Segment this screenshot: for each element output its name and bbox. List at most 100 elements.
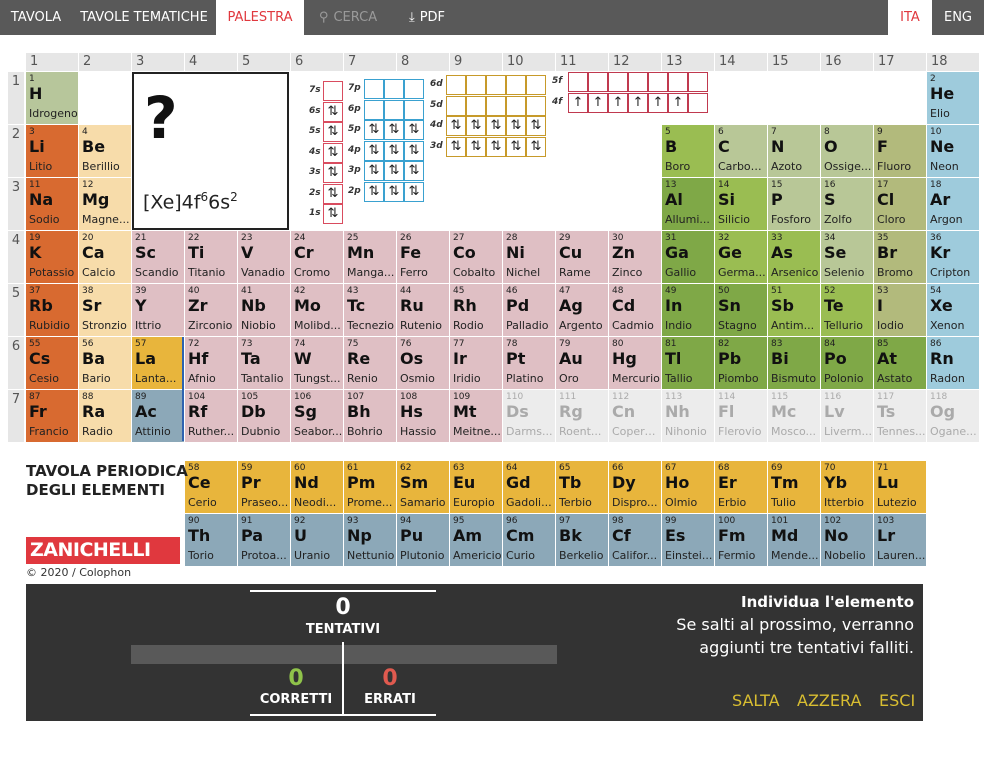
element-rg[interactable]: 111 Rg Roent...: [556, 390, 608, 442]
element-ni[interactable]: 28 Ni Nichel: [503, 231, 555, 283]
element-eu[interactable]: 63 Eu Europio: [450, 461, 502, 513]
element-cm[interactable]: 96 Cm Curio: [503, 514, 555, 566]
element-ca[interactable]: 20 Ca Calcio: [79, 231, 131, 283]
element-ga[interactable]: 31 Ga Gallio: [662, 231, 714, 283]
element-mn[interactable]: 25 Mn Manga...: [344, 231, 396, 283]
element-cn[interactable]: 112 Cn Copern...: [609, 390, 661, 442]
element-ac[interactable]: 89 Ac Attinio: [132, 390, 184, 442]
element-mg[interactable]: 12 Mg Magne...: [79, 178, 131, 230]
element-ne[interactable]: 10 Ne Neon: [927, 125, 979, 177]
element-si[interactable]: 14 Si Silicio: [715, 178, 767, 230]
element-ts[interactable]: 117 Ts Tennes...: [874, 390, 926, 442]
element-u[interactable]: 92 U Uranio: [291, 514, 343, 566]
element-co[interactable]: 27 Co Cobalto: [450, 231, 502, 283]
element-pr[interactable]: 59 Pr Praseo...: [238, 461, 290, 513]
element-fr[interactable]: 87 Fr Francio: [26, 390, 78, 442]
element-zn[interactable]: 30 Zn Zinco: [609, 231, 661, 283]
element-ds[interactable]: 110 Ds Darms...: [503, 390, 555, 442]
element-hf[interactable]: 72 Hf Afnio: [185, 337, 237, 389]
element-lr[interactable]: 103 Lr Lauren...: [874, 514, 926, 566]
lang-ita[interactable]: ITA: [888, 0, 932, 35]
element-no[interactable]: 102 No Nobelio: [821, 514, 873, 566]
element-zr[interactable]: 40 Zr Zirconio: [185, 284, 237, 336]
element-kr[interactable]: 36 Kr Cripton: [927, 231, 979, 283]
element-ra[interactable]: 88 Ra Radio: [79, 390, 131, 442]
element-mt[interactable]: 109 Mt Meitne...: [450, 390, 502, 442]
element-db[interactable]: 105 Db Dubnio: [238, 390, 290, 442]
element-lv[interactable]: 116 Lv Liverm...: [821, 390, 873, 442]
element-bk[interactable]: 97 Bk Berkelio: [556, 514, 608, 566]
element-nh[interactable]: 113 Nh Nihonio: [662, 390, 714, 442]
element-w[interactable]: 74 W Tungst...: [291, 337, 343, 389]
nav-tavola[interactable]: TAVOLA: [0, 0, 72, 35]
element-al[interactable]: 13 Al Allumi...: [662, 178, 714, 230]
element-th[interactable]: 90 Th Torio: [185, 514, 237, 566]
element-cs[interactable]: 55 Cs Cesio: [26, 337, 78, 389]
element-au[interactable]: 79 Au Oro: [556, 337, 608, 389]
element-sr[interactable]: 38 Sr Stronzio: [79, 284, 131, 336]
salta-button[interactable]: SALTA: [732, 691, 780, 710]
element-fl[interactable]: 114 Fl Flerovio: [715, 390, 767, 442]
element-cd[interactable]: 48 Cd Cadmio: [609, 284, 661, 336]
element-in[interactable]: 49 In Indio: [662, 284, 714, 336]
element-mc[interactable]: 115 Mc Mosco...: [768, 390, 820, 442]
element-tl[interactable]: 81 Tl Tallio: [662, 337, 714, 389]
element-ag[interactable]: 47 Ag Argento: [556, 284, 608, 336]
element-h[interactable]: 1 H Idrogeno: [26, 72, 78, 124]
element-ar[interactable]: 18 Ar Argon: [927, 178, 979, 230]
nav-cerca[interactable]: ⚲ CERCA: [304, 0, 392, 35]
element-he[interactable]: 2 He Elio: [927, 72, 979, 124]
element-sn[interactable]: 50 Sn Stagno: [715, 284, 767, 336]
element-as[interactable]: 33 As Arsenico: [768, 231, 820, 283]
element-s[interactable]: 16 S Zolfo: [821, 178, 873, 230]
element-ho[interactable]: 67 Ho Olmio: [662, 461, 714, 513]
element-v[interactable]: 23 V Vanadio: [238, 231, 290, 283]
element-np[interactable]: 93 Np Nettunio: [344, 514, 396, 566]
element-gd[interactable]: 64 Gd Gadoli...: [503, 461, 555, 513]
element-te[interactable]: 52 Te Tellurio: [821, 284, 873, 336]
element-i[interactable]: 53 I Iodio: [874, 284, 926, 336]
element-bh[interactable]: 107 Bh Bohrio: [344, 390, 396, 442]
element-cf[interactable]: 98 Cf Califor...: [609, 514, 661, 566]
element-pb[interactable]: 82 Pb Piombo: [715, 337, 767, 389]
element-lu[interactable]: 71 Lu Lutezio: [874, 461, 926, 513]
element-be[interactable]: 4 Be Berillio: [79, 125, 131, 177]
element-bi[interactable]: 83 Bi Bismuto: [768, 337, 820, 389]
element-k[interactable]: 19 K Potassio: [26, 231, 78, 283]
element-pa[interactable]: 91 Pa Protoa...: [238, 514, 290, 566]
element-yb[interactable]: 70 Yb Itterbio: [821, 461, 873, 513]
element-p[interactable]: 15 P Fosforo: [768, 178, 820, 230]
element-rn[interactable]: 86 Rn Radon: [927, 337, 979, 389]
element-o[interactable]: 8 O Ossige...: [821, 125, 873, 177]
azzera-button[interactable]: AZZERA: [797, 691, 861, 710]
element-hg[interactable]: 80 Hg Mercurio: [609, 337, 661, 389]
nav-palestra[interactable]: PALESTRA: [216, 0, 304, 35]
element-ta[interactable]: 73 Ta Tantalio: [238, 337, 290, 389]
nav-tavole-tematiche[interactable]: TAVOLE TEMATICHE: [72, 0, 216, 35]
element-es[interactable]: 99 Es Einstei...: [662, 514, 714, 566]
element-re[interactable]: 75 Re Renio: [344, 337, 396, 389]
element-am[interactable]: 95 Am Americio: [450, 514, 502, 566]
element-mo[interactable]: 42 Mo Molibd...: [291, 284, 343, 336]
element-xe[interactable]: 54 Xe Xenon: [927, 284, 979, 336]
element-po[interactable]: 84 Po Polonio: [821, 337, 873, 389]
element-fe[interactable]: 26 Fe Ferro: [397, 231, 449, 283]
element-se[interactable]: 34 Se Selenio: [821, 231, 873, 283]
copyright-link[interactable]: © 2020 / Colophon: [26, 566, 131, 579]
element-rb[interactable]: 37 Rb Rubidio: [26, 284, 78, 336]
element-b[interactable]: 5 B Boro: [662, 125, 714, 177]
element-nd[interactable]: 60 Nd Neodi...: [291, 461, 343, 513]
element-sm[interactable]: 62 Sm Samario: [397, 461, 449, 513]
element-c[interactable]: 6 C Carbonio: [715, 125, 767, 177]
element-cu[interactable]: 29 Cu Rame: [556, 231, 608, 283]
element-tm[interactable]: 69 Tm Tulio: [768, 461, 820, 513]
element-pd[interactable]: 46 Pd Palladio: [503, 284, 555, 336]
lang-eng[interactable]: ENG: [932, 0, 984, 35]
element-rf[interactable]: 104 Rf Ruther...: [185, 390, 237, 442]
element-pt[interactable]: 78 Pt Platino: [503, 337, 555, 389]
element-pm[interactable]: 61 Pm Prome...: [344, 461, 396, 513]
element-og[interactable]: 118 Og Ogane...: [927, 390, 979, 442]
element-y[interactable]: 39 Y Ittrio: [132, 284, 184, 336]
element-pu[interactable]: 94 Pu Plutonio: [397, 514, 449, 566]
esci-button[interactable]: ESCI: [879, 691, 915, 710]
